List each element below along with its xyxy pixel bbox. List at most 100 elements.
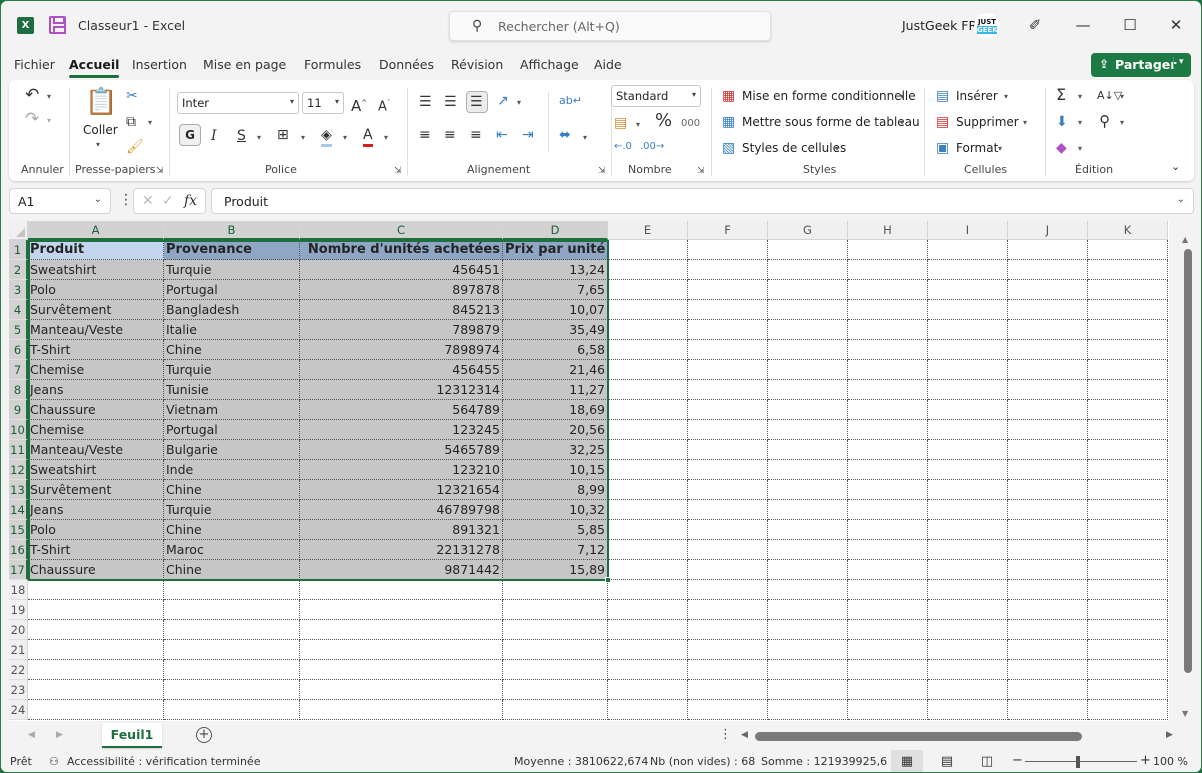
- row-header-15[interactable]: 15: [9, 520, 28, 540]
- cell-e18[interactable]: [608, 580, 688, 600]
- row-header-13[interactable]: 13: [9, 480, 28, 500]
- column-header-k[interactable]: K: [1088, 221, 1168, 240]
- page-break-view-icon[interactable]: ◫: [971, 750, 1003, 772]
- cell-h19[interactable]: [848, 600, 928, 620]
- chevron-down-icon[interactable]: ▾: [96, 140, 100, 149]
- horizontal-scroll-thumb[interactable]: [755, 732, 1082, 741]
- scroll-down-icon[interactable]: ▼: [1182, 709, 1188, 718]
- page-layout-view-icon[interactable]: ▤: [931, 750, 963, 772]
- cell-j6[interactable]: [1008, 340, 1088, 360]
- redo-icon[interactable]: ↷: [25, 110, 39, 128]
- cell-j22[interactable]: [1008, 660, 1088, 680]
- cell-i20[interactable]: [928, 620, 1008, 640]
- accessibility-icon[interactable]: ⚇: [49, 755, 59, 768]
- cell-g24[interactable]: [768, 700, 848, 720]
- cell-d15[interactable]: 5,85: [503, 520, 608, 540]
- cell-f23[interactable]: [688, 680, 768, 700]
- cell-k22[interactable]: [1088, 660, 1168, 680]
- cell-c22[interactable]: [300, 660, 503, 680]
- cell-b9[interactable]: Vietnam: [164, 400, 300, 420]
- cell-c23[interactable]: [300, 680, 503, 700]
- cell-e17[interactable]: [608, 560, 688, 580]
- cell-j11[interactable]: [1008, 440, 1088, 460]
- cell-f12[interactable]: [688, 460, 768, 480]
- column-header-c[interactable]: C: [300, 221, 503, 240]
- cell-k9[interactable]: [1088, 400, 1168, 420]
- cell-e14[interactable]: [608, 500, 688, 520]
- cell-f13[interactable]: [688, 480, 768, 500]
- percent-button[interactable]: %: [655, 112, 672, 130]
- chevron-down-icon[interactable]: ▾: [384, 133, 388, 142]
- cell-f4[interactable]: [688, 300, 768, 320]
- chevron-down-icon[interactable]: ▾: [636, 120, 640, 129]
- chevron-down-icon[interactable]: ▾: [47, 116, 51, 125]
- cell-k18[interactable]: [1088, 580, 1168, 600]
- cell-b18[interactable]: [164, 580, 300, 600]
- chevron-down-icon[interactable]: ▾: [835, 144, 839, 153]
- thousands-button[interactable]: 000: [681, 115, 700, 133]
- cell-b4[interactable]: Bangladesh: [164, 300, 300, 320]
- cell-c8[interactable]: 12312314: [300, 380, 503, 400]
- scroll-up-icon[interactable]: ▲: [1182, 235, 1188, 244]
- cell-j14[interactable]: [1008, 500, 1088, 520]
- cell-d19[interactable]: [503, 600, 608, 620]
- cell-g20[interactable]: [768, 620, 848, 640]
- cell-f22[interactable]: [688, 660, 768, 680]
- row-header-19[interactable]: 19: [9, 600, 28, 620]
- cell-j17[interactable]: [1008, 560, 1088, 580]
- cell-g18[interactable]: [768, 580, 848, 600]
- row-header-9[interactable]: 9: [9, 400, 28, 420]
- cell-g9[interactable]: [768, 400, 848, 420]
- cell-f9[interactable]: [688, 400, 768, 420]
- cell-e4[interactable]: [608, 300, 688, 320]
- cell-e15[interactable]: [608, 520, 688, 540]
- chevron-down-icon[interactable]: ▾: [1023, 118, 1027, 127]
- insert-function-button[interactable]: fx: [184, 193, 197, 209]
- row-header-24[interactable]: 24: [9, 700, 28, 720]
- cell-d7[interactable]: 21,46: [503, 360, 608, 380]
- tab-insertion[interactable]: Insertion: [132, 57, 187, 72]
- tab-split-handle[interactable]: ⋮: [719, 727, 732, 742]
- cut-icon[interactable]: ✂: [126, 87, 138, 105]
- cell-a8[interactable]: Jeans: [28, 380, 164, 400]
- cell-h18[interactable]: [848, 580, 928, 600]
- cell-h23[interactable]: [848, 680, 928, 700]
- expand-formula-icon[interactable]: ⌄: [1177, 194, 1185, 205]
- zoom-slider[interactable]: [1025, 761, 1137, 762]
- cell-j24[interactable]: [1008, 700, 1088, 720]
- column-header-h[interactable]: H: [848, 221, 928, 240]
- chevron-down-icon[interactable]: ▾: [1078, 144, 1082, 153]
- sort-filter-icon[interactable]: A↓▽: [1097, 87, 1122, 105]
- zoom-slider-thumb[interactable]: [1076, 756, 1080, 768]
- format-button[interactable]: Format: [956, 141, 998, 155]
- conditional-format-button[interactable]: Mise en forme conditionnelle: [742, 89, 916, 103]
- cell-k14[interactable]: [1088, 500, 1168, 520]
- cell-a3[interactable]: Polo: [28, 280, 164, 300]
- dialog-launcher-icon[interactable]: ⇲: [394, 166, 402, 176]
- cell-e9[interactable]: [608, 400, 688, 420]
- cell-c21[interactable]: [300, 640, 503, 660]
- fill-color-icon[interactable]: ◈: [321, 126, 332, 147]
- cell-i8[interactable]: [928, 380, 1008, 400]
- align-center-icon[interactable]: ≡: [444, 126, 456, 144]
- cell-f14[interactable]: [688, 500, 768, 520]
- cell-g14[interactable]: [768, 500, 848, 520]
- cell-d1[interactable]: Prix par unité: [503, 240, 608, 260]
- row-header-17[interactable]: 17: [9, 560, 28, 580]
- cell-h7[interactable]: [848, 360, 928, 380]
- chevron-down-icon[interactable]: ▾: [517, 98, 521, 107]
- cell-b3[interactable]: Portugal: [164, 280, 300, 300]
- cell-j9[interactable]: [1008, 400, 1088, 420]
- name-box[interactable]: A1 ⌄: [9, 188, 111, 214]
- cell-j5[interactable]: [1008, 320, 1088, 340]
- cell-i2[interactable]: [928, 260, 1008, 280]
- row-header-7[interactable]: 7: [9, 360, 28, 380]
- cell-g10[interactable]: [768, 420, 848, 440]
- cell-c15[interactable]: 891321: [300, 520, 503, 540]
- cell-d14[interactable]: 10,32: [503, 500, 608, 520]
- cell-f2[interactable]: [688, 260, 768, 280]
- cell-i16[interactable]: [928, 540, 1008, 560]
- dialog-launcher-icon[interactable]: ⇲: [598, 166, 606, 176]
- minimize-icon[interactable]: —: [1071, 13, 1095, 37]
- chevron-down-icon[interactable]: ▾: [1078, 92, 1082, 101]
